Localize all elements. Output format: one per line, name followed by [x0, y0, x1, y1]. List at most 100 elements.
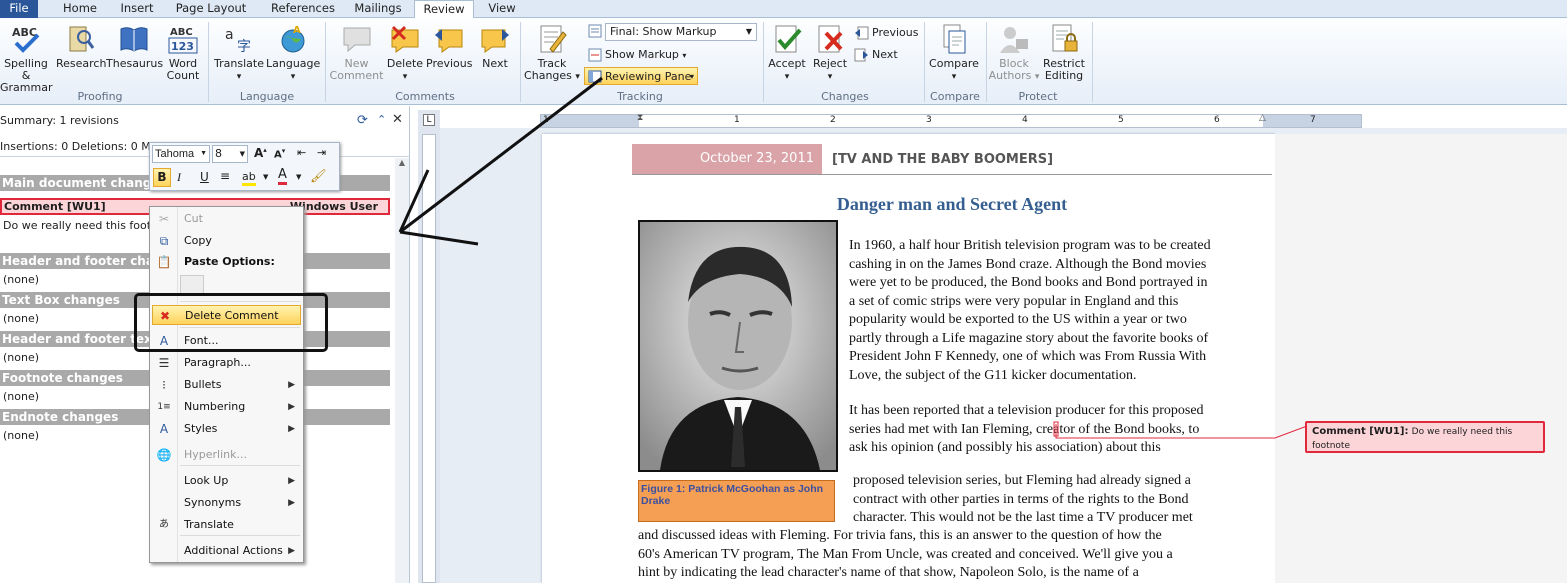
display-value: Final: Show Markup [610, 25, 717, 38]
collapse-icon[interactable]: ⌃ [377, 113, 389, 127]
tab-mailings[interactable]: Mailings [350, 0, 406, 18]
additional-actions-label: Additional Actions [184, 544, 283, 557]
tab-view[interactable]: View [482, 0, 522, 18]
text-line: President John F Kennedy, one of which w… [849, 349, 1207, 364]
restrict-editing-button[interactable]: Restrict Editing [1040, 23, 1088, 82]
new-comment-button[interactable]: New Comment [329, 23, 384, 82]
mini-font-name[interactable]: Tahoma ▼ [152, 145, 210, 163]
mini-font-size[interactable]: 8 ▼ [212, 145, 248, 163]
document-page[interactable]: October 23, 2011 [TV AND THE BABY BOOMER… [542, 134, 1275, 583]
text-line: 60's American TV program, The Man From U… [638, 546, 1173, 562]
annotation-highlight-box [134, 293, 328, 352]
paragraph-4[interactable]: and discussed ideas with Fleming. For tr… [638, 527, 1274, 583]
research-button[interactable]: Research [56, 23, 107, 70]
header-date: October 23, 2011 [632, 144, 822, 174]
italic-icon[interactable]: I [177, 170, 181, 185]
menu-item-cut[interactable]: ✂ Cut [150, 209, 303, 229]
refresh-icon[interactable]: ⟳ [357, 114, 371, 128]
figure-caption[interactable]: Figure 1: Patrick McGoohan as John Drake [638, 480, 835, 522]
research-label: Research [56, 57, 107, 70]
shrink-font-icon[interactable]: A▾ [274, 147, 285, 160]
grow-font-icon[interactable]: A▴ [254, 146, 267, 160]
center-align-icon[interactable]: ≡ [220, 169, 230, 183]
menu-item-hyperlink[interactable]: 🌐 Hyperlink... [150, 445, 303, 465]
accept-icon [775, 25, 802, 53]
text-line: hint by indicating the lead character's … [638, 565, 1139, 580]
synonyms-label: Synonyms [184, 496, 242, 509]
format-painter-icon[interactable]: 🖌 [310, 169, 327, 184]
cut-label: Cut [184, 212, 203, 225]
photo[interactable] [638, 220, 838, 472]
previous-change-button[interactable]: Previous [854, 24, 919, 42]
translate-button[interactable]: a字 Translate ▾ [213, 23, 265, 83]
tab-page-layout[interactable]: Page Layout [170, 0, 252, 18]
menu-item-numbering[interactable]: 1≡ Numbering ▶ [150, 397, 303, 417]
text-line: In 1960, a half hour British television … [849, 238, 1211, 253]
next-comment-icon [481, 29, 509, 53]
context-menu: ✂ Cut ⧉ Copy 📋 Paste Options: ✖ Delete Comme… [149, 206, 304, 563]
accept-button[interactable]: Accept ▾ [766, 23, 808, 83]
menu-item-translate[interactable]: あ Translate [150, 515, 303, 535]
tab-home[interactable]: Home [55, 0, 105, 18]
menu-item-paragraph[interactable]: ☰ Paragraph... [150, 353, 303, 373]
word-count-button[interactable]: ABC 123 Word Count [164, 23, 202, 82]
grammar-label: Grammar [0, 81, 53, 94]
research-icon [69, 26, 95, 52]
paste-keep-text-icon[interactable] [180, 275, 204, 295]
tab-file[interactable]: File [0, 0, 38, 18]
ruler-right-indent-marker[interactable]: △ [1259, 113, 1266, 123]
increase-indent-icon[interactable]: ⇥ [317, 146, 326, 159]
tab-review[interactable]: Review [414, 0, 474, 19]
none-endnote: (none) [3, 429, 40, 442]
menu-item-styles[interactable]: A Styles ▶ [150, 419, 303, 439]
translate-icon: あ [159, 519, 169, 530]
copy-icon: ⧉ [159, 234, 169, 248]
markup-area [1275, 134, 1567, 583]
previous-change-icon [855, 26, 869, 40]
group-protect-label: Protect [1018, 90, 1058, 103]
text-line: were yet to be produced, the Bond books … [849, 275, 1208, 290]
none-text-box: (none) [3, 312, 40, 325]
decrease-indent-icon[interactable]: ⇤ [297, 146, 306, 159]
group-separator [763, 22, 764, 102]
font-color-dropdown-icon[interactable]: ▼ [296, 173, 301, 181]
bullets-label: Bullets [184, 378, 222, 391]
spelling-grammar-button[interactable]: ABC Spelling & Grammar [0, 23, 52, 94]
paragraph-3[interactable]: proposed television series, but Fleming … [853, 472, 1273, 528]
submenu-arrow-icon: ▶ [288, 402, 295, 412]
compare-button[interactable]: Compare ▾ [928, 23, 980, 83]
ribbon-tab-bar: File Home Insert Page Layout References … [0, 0, 1567, 19]
menu-item-copy[interactable]: ⧉ Copy [150, 231, 303, 251]
next-change-button[interactable]: Next [854, 46, 898, 64]
language-button[interactable]: A Language ▾ [266, 23, 320, 83]
thesaurus-button[interactable]: Thesaurus [106, 23, 163, 70]
comment-balloon[interactable]: Comment [WU1]: Do we really need this fo… [1305, 421, 1545, 453]
font-color-icon[interactable]: A [278, 168, 287, 185]
annotation-arrow [398, 76, 603, 246]
none-footnote: (none) [3, 390, 40, 403]
comment-entry-text[interactable]: Do we really need this footn [3, 219, 158, 232]
text-line: popularity would be exported to the US w… [849, 312, 1187, 327]
horizontal-ruler[interactable]: ⧗ 1 1 2 3 4 5 6 7 △ [540, 113, 1362, 128]
tab-references[interactable]: References [263, 0, 343, 18]
menu-item-look-up[interactable]: Look Up ▶ [150, 471, 303, 491]
menu-item-synonyms[interactable]: Synonyms ▶ [150, 493, 303, 513]
spelling-label: Spelling & [4, 57, 48, 82]
tab-insert[interactable]: Insert [112, 0, 162, 18]
underline-icon[interactable]: U [200, 170, 209, 184]
menu-item-bullets[interactable]: ⁝ Bullets ▶ [150, 375, 303, 395]
menu-item-additional-actions[interactable]: Additional Actions ▶ [150, 541, 303, 561]
none-header-footer-textbox: (none) [3, 351, 40, 364]
highlight-icon[interactable]: ab [242, 170, 256, 186]
ruler-number: 7 [1310, 115, 1316, 125]
paragraph-1[interactable]: In 1960, a half hour British television … [849, 237, 1274, 385]
header-rule [632, 174, 1272, 175]
reject-button[interactable]: Reject ▾ [810, 23, 850, 83]
bullets-icon: ⁝ [162, 378, 166, 392]
globe-icon: A [281, 25, 305, 53]
bold-icon[interactable]: B [153, 168, 171, 187]
group-compare-label: Compare [930, 90, 980, 103]
block-authors-button[interactable]: Block Authors ▾ [988, 23, 1040, 83]
display-for-review-dropdown[interactable]: Final: Show Markup ▼ [605, 23, 757, 41]
highlight-dropdown-icon[interactable]: ▼ [263, 173, 268, 181]
